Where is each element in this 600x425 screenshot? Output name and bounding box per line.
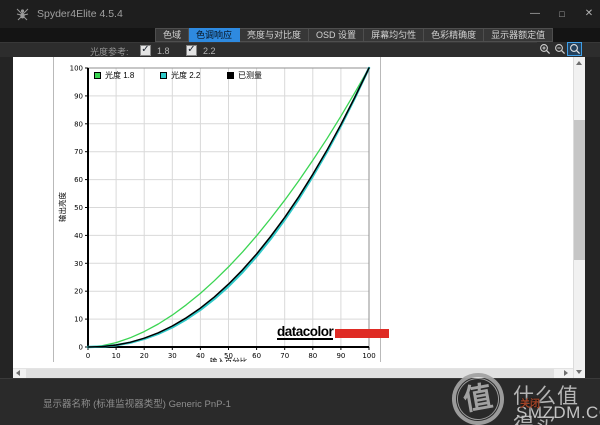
legend-label: 已测量: [238, 71, 262, 80]
svg-text:50: 50: [74, 204, 83, 212]
close-button[interactable]: ✕: [579, 0, 599, 28]
gamma-22-label: 2.2: [203, 45, 216, 56]
svg-text:0: 0: [79, 344, 83, 352]
minimize-button[interactable]: —: [525, 0, 545, 28]
tab-display-rating[interactable]: 显示器额定值: [484, 28, 554, 42]
vertical-scrollbar-thumb[interactable]: [574, 120, 585, 260]
svg-text:70: 70: [280, 352, 289, 360]
tab-color-accuracy[interactable]: 色彩精确度: [424, 28, 485, 42]
legend-swatch-green: [94, 72, 101, 79]
legend-item-measured: 已测量: [227, 70, 262, 81]
svg-text:60: 60: [252, 352, 261, 360]
check-icon: ✓: [141, 44, 150, 55]
tab-gamut[interactable]: 色域: [155, 28, 190, 42]
svg-text:100: 100: [70, 65, 83, 73]
zoom-out-button[interactable]: [552, 42, 567, 56]
svg-text:80: 80: [74, 120, 83, 128]
svg-text:输入百分比: 输入百分比: [210, 356, 248, 362]
svg-text:80: 80: [308, 352, 317, 360]
legend-label: 光度 2.2: [171, 71, 201, 80]
tone-response-chart: 0 10 20 30 40 50 60 70 80 90 100010203040506070809…: [57, 65, 376, 363]
gamma-18-label: 1.8: [157, 45, 170, 56]
svg-text:20: 20: [74, 288, 83, 296]
window-titlebar: Spyder4Elite 4.5.4 — □ ✕: [0, 0, 600, 28]
legend-swatch-black: [227, 72, 234, 79]
tab-tone-response[interactable]: 色调响应: [189, 28, 241, 42]
magnifier-icon: [569, 44, 580, 55]
svg-text:40: 40: [74, 232, 83, 240]
scroll-right-arrow-icon[interactable]: [564, 370, 568, 376]
svg-text:0: 0: [86, 352, 90, 360]
svg-text:输出亮度: 输出亮度: [57, 192, 67, 222]
gamma-22-checkbox[interactable]: ✓: [186, 44, 197, 56]
legend-item-gamma-18: 光度 1.8: [94, 70, 134, 81]
svg-text:40: 40: [196, 352, 205, 360]
svg-text:30: 30: [74, 260, 83, 268]
zoom-in-icon: [539, 44, 550, 55]
zoom-fit-button[interactable]: [567, 42, 582, 56]
gamma-18-checkbox[interactable]: ✓: [140, 44, 151, 56]
smzdm-seal-character: 值: [460, 380, 495, 417]
svg-text:100: 100: [362, 352, 375, 360]
zoom-out-icon: [554, 44, 565, 55]
tab-screen-uniformity[interactable]: 屏幕均匀性: [364, 28, 425, 42]
legend-item-gamma-22: 光度 2.2: [160, 70, 200, 81]
tab-brightness-contrast[interactable]: 亮度与对比度: [240, 28, 310, 42]
app-window: Spyder4Elite 4.5.4 — □ ✕ 色域 色调响应 亮度与对比度 …: [0, 0, 600, 425]
tab-strip: 色域 色调响应 亮度与对比度 OSD 设置 屏幕均匀性 色彩精确度 显示器额定值: [155, 28, 554, 42]
datacolor-logo: datacolor: [277, 324, 390, 340]
scroll-down-arrow-icon[interactable]: [576, 370, 582, 374]
datacolor-logo-bar: [335, 329, 390, 338]
svg-text:30: 30: [168, 352, 177, 360]
check-icon: ✓: [187, 44, 196, 55]
svg-text:90: 90: [336, 352, 345, 360]
svg-text:10: 10: [74, 316, 83, 324]
tab-bar: 色域 色调响应 亮度与对比度 OSD 设置 屏幕均匀性 色彩精确度 显示器额定值: [0, 28, 600, 42]
smzdm-seal-inner-ring: 值: [453, 374, 503, 424]
scroll-left-arrow-icon[interactable]: [16, 370, 20, 376]
svg-text:20: 20: [140, 352, 149, 360]
legend-swatch-cyan: [160, 72, 167, 79]
window-title: Spyder4Elite 4.5.4: [37, 8, 123, 20]
svg-text:60: 60: [74, 176, 83, 184]
svg-text:10: 10: [112, 352, 121, 360]
watermark-close-label[interactable]: 关闭: [520, 395, 540, 410]
legend-label: 光度 1.8: [105, 71, 135, 80]
svg-text:90: 90: [74, 92, 83, 100]
monitor-name-status: 显示器名称 (标准监视器类型) Generic PnP-1: [43, 399, 231, 410]
spider-app-icon: [16, 8, 29, 21]
maximize-button[interactable]: □: [552, 0, 572, 28]
datacolor-logo-text: datacolor: [277, 324, 334, 340]
tab-osd-settings[interactable]: OSD 设置: [309, 28, 365, 42]
svg-text:70: 70: [74, 148, 83, 156]
scroll-up-arrow-icon[interactable]: [576, 61, 582, 65]
zoom-in-button[interactable]: [537, 42, 552, 56]
